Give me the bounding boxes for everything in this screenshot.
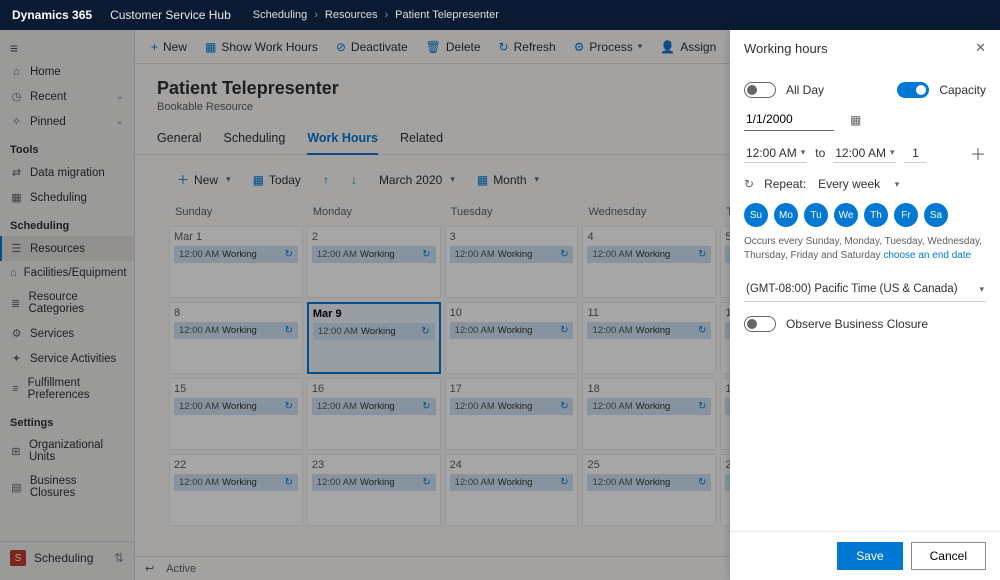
chevron-down-icon: ▾ [895,179,900,190]
cancel-button[interactable]: Cancel [911,542,986,570]
panel-title: Working hours [744,41,828,56]
weekday-picker: SuMoTuWeThFrSa [744,203,986,227]
timezone-select[interactable]: (GMT-08:00) Pacific Time (US & Canada)▾ [744,277,986,302]
add-time-button[interactable]: ＋ [970,141,986,165]
observe-closure-toggle[interactable] [744,316,776,332]
recurrence-hint: Occurs every Sunday, Monday, Tuesday, We… [744,235,986,263]
repeat-select[interactable]: Every week ▾ [816,175,901,193]
repeat-label: Repeat: [764,177,806,191]
time-to-select[interactable]: 12:00 AM▾ [833,144,896,163]
chevron-down-icon: ▾ [890,147,895,158]
weekday-we[interactable]: We [834,203,858,227]
chevron-down-icon: ▾ [979,284,984,295]
calendar-icon[interactable]: ▦ [850,113,861,127]
capacity-toggle[interactable] [897,82,929,98]
working-hours-panel: Working hours ✕ All Day Capacity ▦ 12:00… [730,30,1000,580]
breadcrumb[interactable]: Scheduling›Resources›Patient Telepresent… [253,9,499,21]
top-bar: Dynamics 365 Customer Service Hub Schedu… [0,0,1000,30]
count-field[interactable]: 1 [904,144,926,163]
weekday-th[interactable]: Th [864,203,888,227]
weekday-tu[interactable]: Tu [804,203,828,227]
weekday-mo[interactable]: Mo [774,203,798,227]
time-from-select[interactable]: 12:00 AM▾ [744,144,807,163]
observe-closure-label: Observe Business Closure [786,317,928,331]
weekday-su[interactable]: Su [744,203,768,227]
to-label: to [815,146,825,160]
product-name: Dynamics 365 [12,8,92,22]
weekday-fr[interactable]: Fr [894,203,918,227]
all-day-toggle[interactable] [744,82,776,98]
all-day-label: All Day [786,83,824,97]
hub-name: Customer Service Hub [110,8,231,22]
weekday-sa[interactable]: Sa [924,203,948,227]
choose-end-link[interactable]: choose an end date [883,250,971,261]
capacity-label: Capacity [939,83,986,97]
close-icon[interactable]: ✕ [975,40,986,56]
save-button[interactable]: Save [837,542,902,570]
repeat-icon: ↻ [744,177,754,191]
chevron-down-icon: ▾ [801,147,806,158]
date-field[interactable] [744,108,834,131]
